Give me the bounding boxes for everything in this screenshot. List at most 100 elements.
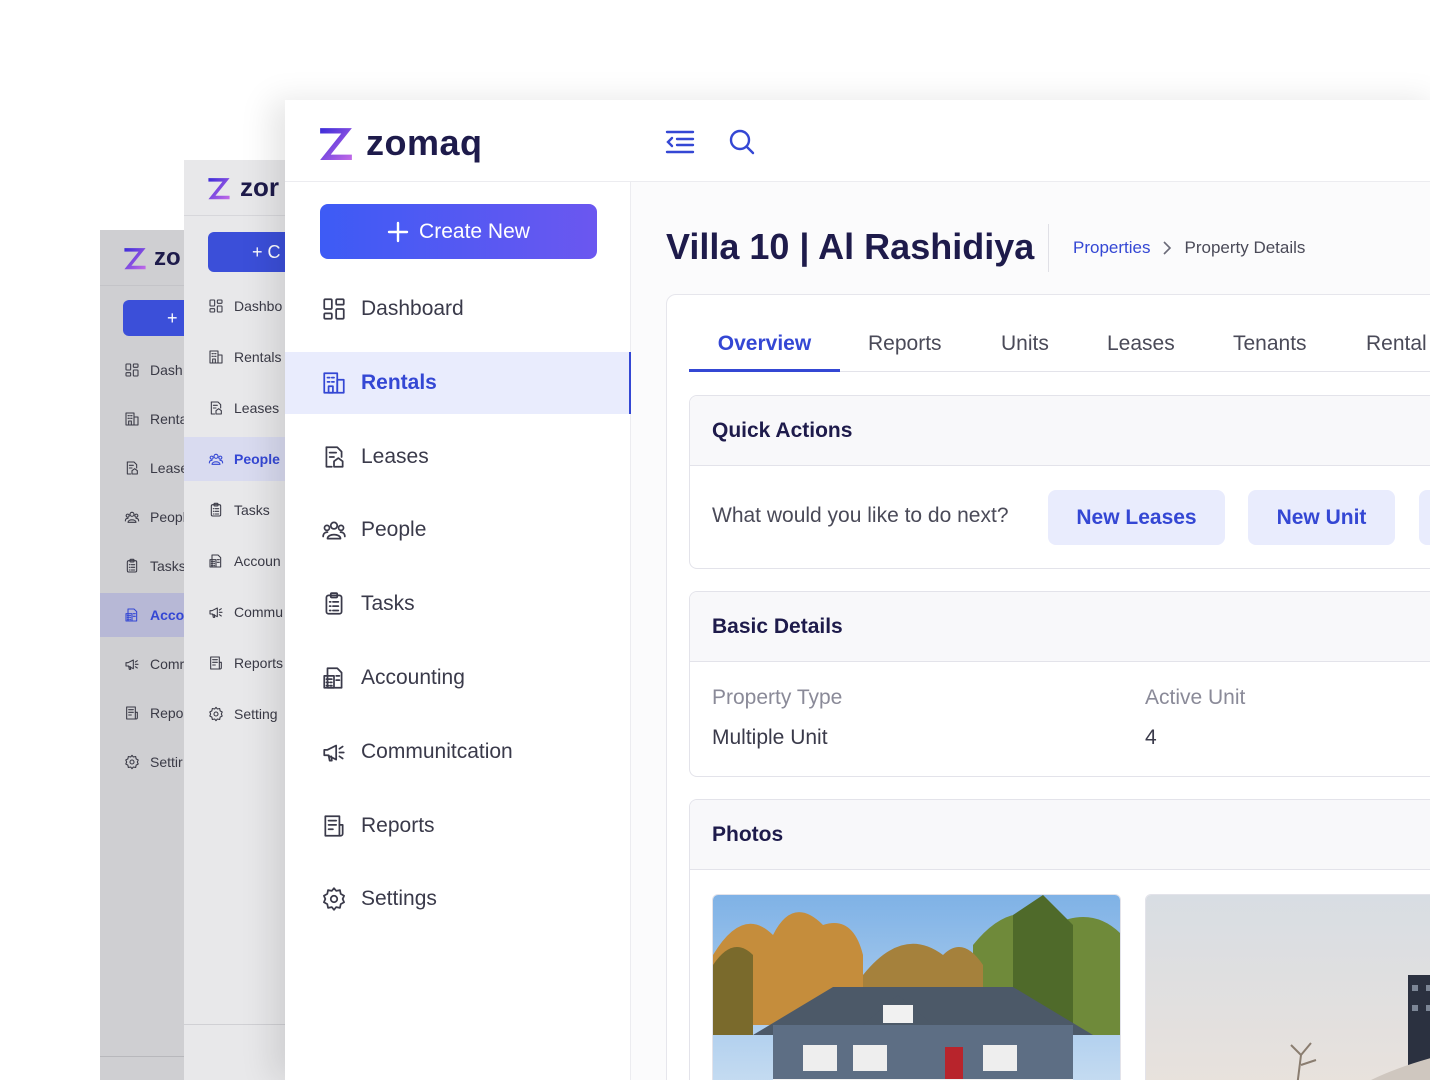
back-sidebar-item-label: Lease <box>150 460 189 476</box>
reports-icon <box>324 814 344 837</box>
title-divider <box>1048 224 1049 272</box>
photos-body <box>690 870 1430 1080</box>
settings-icon <box>125 754 139 770</box>
property-type-label: Property Type <box>712 686 843 709</box>
sidebar-item-dashboard[interactable]: Dashboard <box>285 278 631 340</box>
back-logo-text: zo <box>154 243 181 271</box>
dashboard-icon <box>125 363 139 377</box>
sidebar-item-leases[interactable]: Leases <box>285 426 631 488</box>
top-bar: zomaq <box>285 100 1430 182</box>
rentals-icon <box>323 372 345 394</box>
property-type-value: Multiple Unit <box>712 726 828 749</box>
people-icon <box>208 453 224 465</box>
communication-icon <box>125 659 139 670</box>
leases-icon <box>325 445 344 468</box>
dashboard-icon <box>209 299 223 313</box>
accounting-icon <box>125 608 138 622</box>
property-photo-house[interactable] <box>712 894 1121 1080</box>
sidebar-item-settings[interactable]: Settings <box>285 868 631 930</box>
sidebar-item-accounting[interactable]: Accounting <box>285 647 631 709</box>
rentals-icon <box>209 350 223 364</box>
property-photo-building[interactable] <box>1145 894 1430 1080</box>
create-new-button[interactable]: Create New <box>320 204 597 259</box>
mid-sidebar-item-label: People <box>234 451 280 467</box>
people-icon <box>322 521 346 540</box>
mid-sidebar-item-label: Setting <box>234 706 278 722</box>
sidebar-item-people[interactable]: People <box>285 499 631 561</box>
sidebar-item-label: Settings <box>361 887 437 911</box>
reports-icon <box>210 656 222 670</box>
sidebar-item-rentals[interactable]: Rentals <box>285 351 631 414</box>
search-button[interactable] <box>726 126 758 158</box>
house-photo-image <box>713 895 1120 1080</box>
more-action-button[interactable] <box>1419 490 1430 545</box>
sidebar-item-communitcation[interactable]: Communitcation <box>285 721 631 783</box>
accounting-icon <box>209 554 222 568</box>
mid-sidebar-item-label: Accoun <box>234 553 281 569</box>
dashboard-icon <box>323 298 345 320</box>
sidebar-item-label: People <box>361 518 427 542</box>
sidebar: Create New Dashboard Rentals Leases People T… <box>285 182 631 1080</box>
leases-icon <box>126 461 138 475</box>
sidebar-item-label: Accounting <box>361 666 465 689</box>
zomaq-logo-icon <box>320 128 352 160</box>
mid-sidebar-item-label: Rentals <box>234 349 282 365</box>
photos-title: Photos <box>690 800 1430 870</box>
sidebar-item-label: Reports <box>361 813 435 837</box>
breadcrumb: Properties Property Details <box>1073 238 1305 258</box>
search-icon <box>729 129 755 155</box>
main-content: Villa 10 | Al Rashidiya Properties Prope… <box>631 182 1430 1080</box>
tab-rental[interactable]: Rental <box>1366 325 1427 372</box>
quick-actions-title: Quick Actions <box>690 396 1430 466</box>
tasks-icon <box>325 592 343 615</box>
rentals-icon <box>125 412 139 426</box>
settings-icon <box>209 706 223 722</box>
menu-collapse-icon <box>665 130 695 154</box>
breadcrumb-properties-link[interactable]: Properties <box>1073 238 1150 258</box>
sidebar-item-label: Tasks <box>361 592 415 616</box>
brand-name: zomaq <box>366 122 483 163</box>
basic-details-body: Property Type Multiple Unit Active Unit … <box>690 662 1430 776</box>
tab-tenants[interactable]: Tenants <box>1233 325 1307 372</box>
tab-reports[interactable]: Reports <box>868 325 942 372</box>
back-sidebar-item-label: Peopl <box>150 509 186 525</box>
mid-logo-text: zor <box>240 172 279 202</box>
tab-overview[interactable]: Overview <box>689 325 840 372</box>
quick-actions-prompt: What would you like to do next? <box>712 504 1009 527</box>
basic-details-title: Basic Details <box>690 592 1430 662</box>
sidebar-item-label: Leases <box>361 444 429 468</box>
photos-section: Photos <box>689 799 1430 1080</box>
reports-icon <box>126 706 138 720</box>
sidebar-item-reports[interactable]: Reports <box>285 795 631 857</box>
sidebar-item-label: Rentals <box>361 370 437 394</box>
people-icon <box>124 511 140 523</box>
menu-collapse-button[interactable] <box>664 126 696 158</box>
back-sidebar-item-label: Tasks <box>150 558 186 574</box>
leases-icon <box>210 401 222 415</box>
quick-actions-section: Quick Actions What would you like to do … <box>689 395 1430 569</box>
tab-units[interactable]: Units <box>1001 325 1049 372</box>
breadcrumb-current: Property Details <box>1184 238 1306 257</box>
new-unit-button[interactable]: New Unit <box>1248 490 1395 545</box>
mid-sidebar-item-label: Tasks <box>234 502 270 518</box>
communication-icon <box>323 744 345 762</box>
sidebar-item-tasks[interactable]: Tasks <box>285 573 631 635</box>
sidebar-item-label: Communitcation <box>361 739 513 763</box>
building-photo-image <box>1146 895 1430 1080</box>
new-leases-button[interactable]: New Leases <box>1048 490 1225 545</box>
communication-icon <box>209 607 223 618</box>
tasks-icon <box>210 502 222 517</box>
chevron-right-icon <box>1163 241 1172 255</box>
mid-sidebar-item-label: Leases <box>234 400 280 416</box>
tab-leases[interactable]: Leases <box>1107 325 1175 372</box>
sidebar-item-label: Dashboard <box>361 297 464 320</box>
zomaq-logo-icon <box>208 177 230 199</box>
quick-actions-body: What would you like to do next? New Leas… <box>690 466 1430 568</box>
back-sidebar-item-label: Comr <box>150 656 185 672</box>
mid-sidebar-item-label: Dashbo <box>234 298 283 314</box>
back-sidebar-item-label: Settir <box>150 754 183 770</box>
tasks-icon <box>126 558 138 573</box>
mid-sidebar-item-label: Reports <box>234 655 284 671</box>
screenshot-stage: zo + Dash Renta Lease Peopl Tasks Acco Comr Rep… <box>0 0 1430 1080</box>
brand[interactable]: zomaq <box>318 122 483 164</box>
